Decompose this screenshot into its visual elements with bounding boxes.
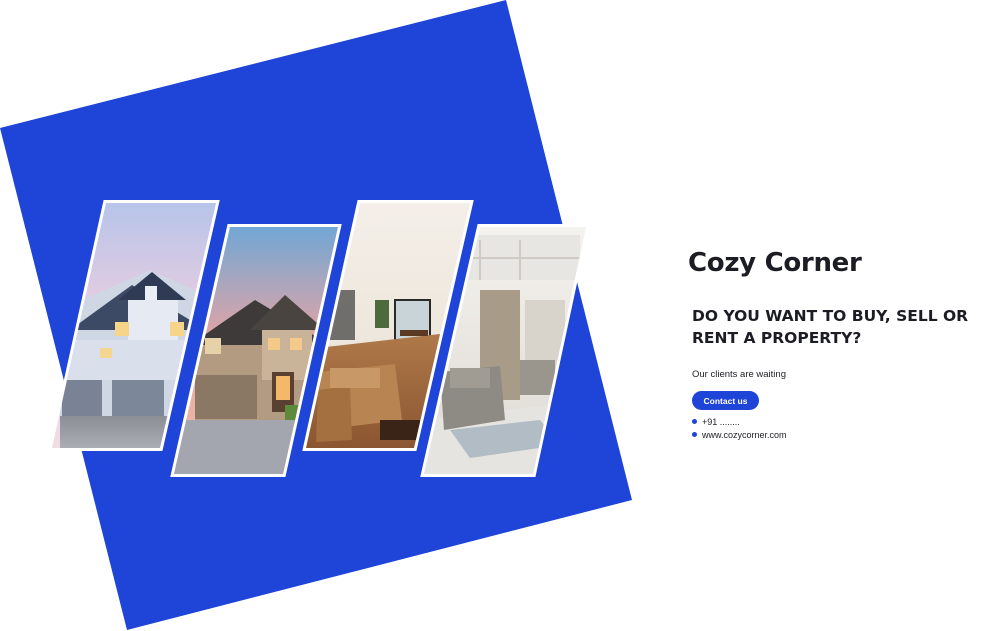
tagline: Our clients are waiting (692, 369, 786, 380)
bullet-icon (692, 432, 697, 437)
headline: DO YOU WANT TO BUY, SELL OR RENT A PROPE… (692, 307, 969, 347)
contact-info-list: +91 ........ www.cozycorner.com (692, 415, 787, 441)
phone-number: +91 ........ (702, 416, 740, 427)
bullet-icon (692, 419, 697, 424)
contact-us-button[interactable]: Contact us (692, 391, 759, 410)
brand-title: Cozy Corner (688, 248, 862, 278)
website-item[interactable]: www.cozycorner.com (692, 428, 787, 441)
website-link[interactable]: www.cozycorner.com (702, 430, 787, 440)
phone-item: +91 ........ (692, 415, 787, 428)
flyer-canvas: Cozy Corner DO YOU WANT TO BUY, SELL OR … (0, 0, 1000, 631)
